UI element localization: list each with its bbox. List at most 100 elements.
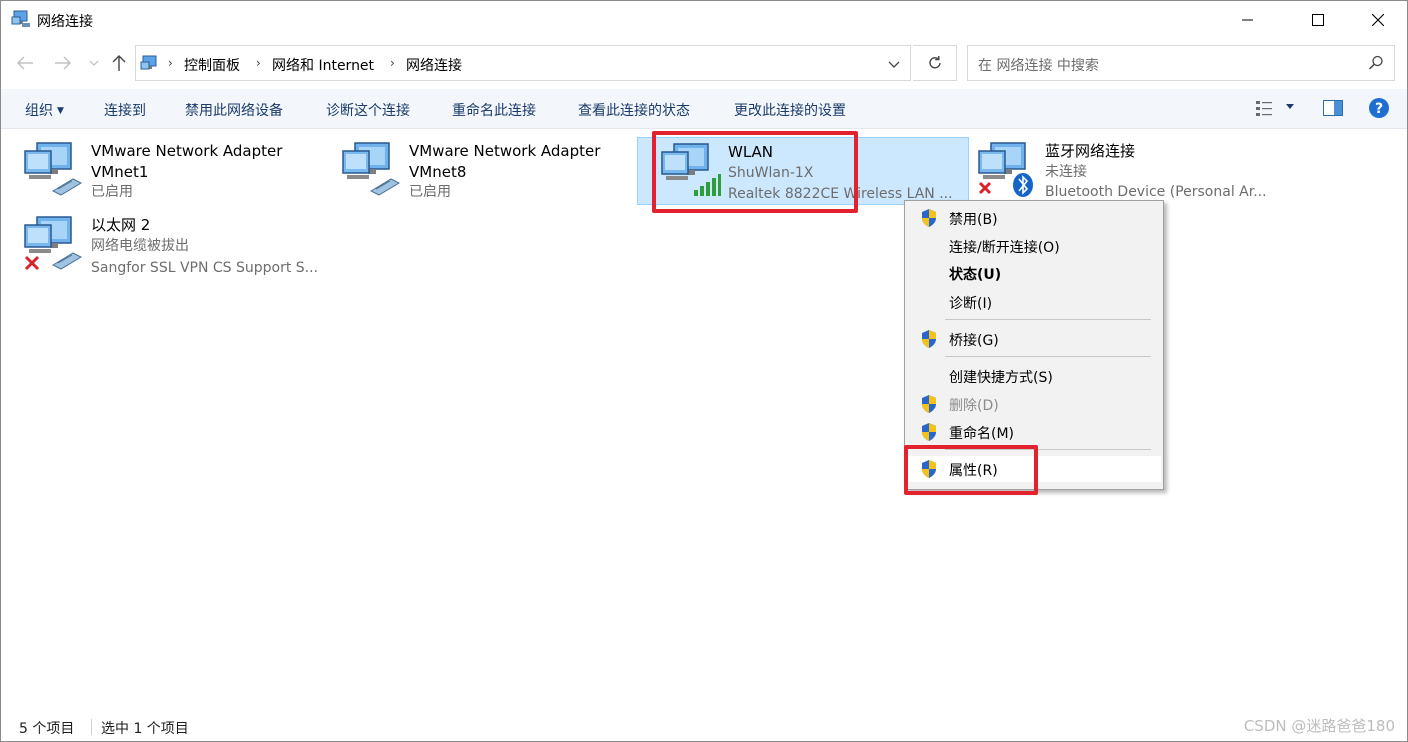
back-arrow-icon	[17, 56, 33, 70]
refresh-icon	[928, 56, 941, 69]
forward-arrow-icon	[55, 56, 71, 70]
connection-item-vmnet1[interactable]: VMware Network Adapter VMnet1 已启用	[1, 129, 319, 200]
close-icon	[1372, 14, 1384, 26]
search-icon[interactable]	[1368, 55, 1384, 71]
uac-shield-icon	[922, 423, 936, 441]
menu-item-label: 禁用(B)	[949, 212, 998, 228]
connect-to-button[interactable]: 连接到	[104, 100, 146, 120]
connection-status: 已启用	[91, 184, 133, 200]
menu-separator	[945, 356, 1151, 357]
connections-list: VMware Network Adapter VMnet1 已启用 VMware…	[1, 129, 1407, 713]
connection-status: 未连接	[1045, 164, 1087, 180]
uac-shield-icon	[922, 330, 936, 348]
svg-text:?: ?	[1375, 101, 1383, 117]
minimize-button[interactable]	[1225, 1, 1271, 39]
connection-adapter: Sangfor SSL VPN CS Support S...	[91, 260, 319, 276]
connection-name: VMware Network Adapter	[409, 142, 601, 160]
breadcrumb-separator[interactable]: ›	[168, 56, 173, 70]
menu-item-label: 诊断(I)	[949, 296, 993, 312]
menu-item-rename[interactable]: 重命名(M)	[907, 419, 1161, 445]
diagnose-button[interactable]: 诊断这个连接	[326, 100, 410, 120]
connection-item-wlan[interactable]: WLAN ShuWlan-1X Realtek 8822CE Wireless …	[637, 137, 969, 205]
refresh-button[interactable]	[913, 45, 957, 81]
menu-item-disable[interactable]: 禁用(B)	[907, 205, 1161, 231]
back-button[interactable]	[15, 53, 35, 73]
forward-button[interactable]	[53, 53, 73, 73]
selected-count: 选中 1 个项目	[101, 721, 189, 737]
maximize-button[interactable]	[1295, 1, 1341, 39]
connection-name: WLAN	[728, 143, 774, 161]
title-bar: 网络连接	[1, 1, 1407, 39]
uac-shield-icon	[922, 395, 936, 413]
menu-item-delete[interactable]: 删除(D)	[907, 391, 1161, 417]
maximize-icon	[1312, 14, 1324, 26]
menu-item-connect-disconnect[interactable]: 连接/断开连接(O)	[907, 233, 1161, 259]
command-bar: 组织 ▼ 连接到 禁用此网络设备 诊断这个连接 重命名此连接 查看此连接的状态 更…	[1, 89, 1407, 129]
change-settings-button[interactable]: 更改此连接的设置	[734, 100, 846, 120]
uac-shield-icon	[922, 209, 936, 227]
connection-name: 蓝牙网络连接	[1045, 142, 1136, 160]
menu-separator	[945, 449, 1151, 450]
context-menu: 禁用(B) 连接/断开连接(O) 状态(U) 诊断(I) 桥接(G) 创建快捷方…	[904, 200, 1164, 490]
breadcrumb-network-internet[interactable]: 网络和 Internet	[272, 55, 374, 75]
connection-adapter: Bluetooth Device (Personal Ar...	[1045, 184, 1267, 200]
breadcrumb-network-connections[interactable]: 网络连接	[406, 55, 462, 75]
navigation-bar: › 控制面板 › 网络和 Internet › 网络连接 在 网络连接 中搜索	[1, 41, 1407, 87]
breadcrumb-separator[interactable]: ›	[390, 56, 395, 70]
rename-button[interactable]: 重命名此连接	[452, 100, 536, 120]
preview-pane-icon[interactable]	[1323, 100, 1343, 116]
view-dropdown-icon[interactable]	[1285, 103, 1295, 111]
help-icon[interactable]: ?	[1368, 97, 1390, 119]
up-arrow-icon	[112, 55, 126, 71]
connection-status: 网络电缆被拔出	[91, 238, 189, 254]
watermark: CSDN @迷路爸爸180	[1243, 717, 1395, 735]
network-adapter-icon	[24, 142, 83, 196]
recent-locations-button[interactable]	[87, 53, 101, 73]
chevron-down-icon	[89, 60, 99, 66]
disable-device-button[interactable]: 禁用此网络设备	[185, 100, 283, 120]
menu-item-label: 创建快捷方式(S)	[949, 370, 1053, 386]
breadcrumb-separator[interactable]: ›	[256, 56, 261, 70]
connection-item-ethernet-2[interactable]: 以太网 2 网络电缆被拔出 Sangfor SSL VPN CS Support…	[1, 203, 319, 276]
organize-button[interactable]: 组织 ▼	[25, 100, 64, 120]
menu-item-bridge[interactable]: 桥接(G)	[907, 326, 1161, 352]
connection-detail: VMnet1	[91, 163, 149, 181]
network-adapter-icon	[342, 142, 401, 196]
menu-item-diagnose[interactable]: 诊断(I)	[907, 289, 1161, 315]
menu-item-status[interactable]: 状态(U)	[907, 260, 1161, 286]
address-bar[interactable]: › 控制面板 › 网络和 Internet › 网络连接	[135, 45, 911, 81]
close-button[interactable]	[1355, 1, 1401, 39]
caret-down-icon: ▼	[57, 106, 64, 116]
menu-separator	[945, 319, 1151, 320]
connection-detail: VMnet8	[409, 163, 467, 181]
bluetooth-adapter-icon	[978, 142, 1033, 197]
connection-item-bluetooth[interactable]: 蓝牙网络连接 未连接 Bluetooth Device (Personal Ar…	[955, 129, 1273, 200]
view-status-button[interactable]: 查看此连接的状态	[578, 100, 690, 120]
connection-item-vmnet8[interactable]: VMware Network Adapter VMnet8 已启用	[319, 129, 637, 200]
menu-item-label: 删除(D)	[949, 398, 999, 414]
wifi-adapter-icon	[661, 143, 721, 196]
control-panel-icon	[140, 55, 157, 70]
ethernet-adapter-icon	[24, 216, 83, 271]
up-button[interactable]	[109, 53, 129, 73]
search-input[interactable]: 在 网络连接 中搜索	[967, 45, 1395, 81]
connection-name: 以太网 2	[91, 216, 151, 234]
menu-item-create-shortcut[interactable]: 创建快捷方式(S)	[907, 363, 1161, 389]
view-options-icon[interactable]	[1255, 99, 1275, 119]
breadcrumb-control-panel[interactable]: 控制面板	[184, 55, 240, 75]
status-divider	[91, 719, 92, 735]
menu-item-properties[interactable]: 属性(R)	[907, 456, 1161, 482]
organize-label: 组织	[25, 103, 53, 119]
menu-item-label: 连接/断开连接(O)	[949, 240, 1060, 256]
status-bar: 5 个项目 选中 1 个项目 CSDN @迷路爸爸180	[1, 713, 1407, 741]
connection-detail: ShuWlan-1X	[728, 165, 814, 181]
address-history-button[interactable]	[884, 55, 904, 73]
menu-item-label: 重命名(M)	[949, 426, 1015, 442]
menu-item-label: 属性(R)	[949, 463, 998, 479]
minimize-icon	[1242, 19, 1253, 21]
search-placeholder: 在 网络连接 中搜索	[978, 58, 1099, 74]
menu-item-label: 桥接(G)	[949, 333, 999, 349]
item-count: 5 个项目	[19, 721, 75, 737]
chevron-down-icon	[888, 61, 900, 68]
menu-item-label: 状态(U)	[949, 267, 1002, 283]
